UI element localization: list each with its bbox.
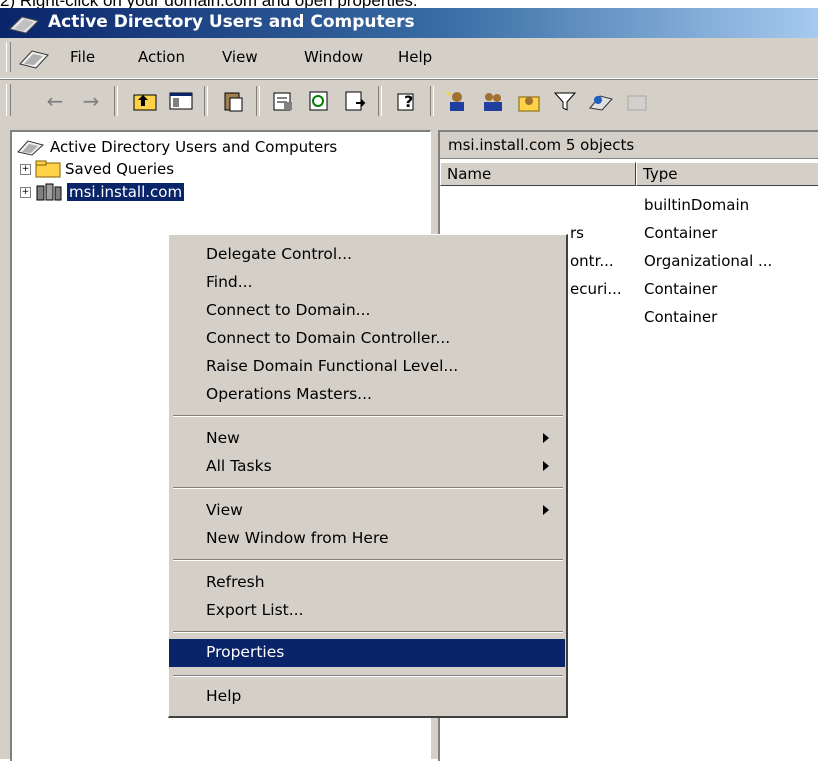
find-icon[interactable] (586, 86, 616, 116)
new-ou-icon[interactable] (514, 86, 544, 116)
row-type: Organizational ... (644, 252, 773, 270)
filter-icon[interactable] (550, 86, 580, 116)
toolbar: ← → ? (0, 79, 818, 122)
menu-delegate-control[interactable]: Delegate Control... (169, 241, 565, 269)
details-header-text: msi.install.com 5 objects (448, 136, 635, 154)
menu-item-label: View (206, 501, 243, 519)
menu-new[interactable]: New (169, 425, 565, 453)
menu-all-tasks[interactable]: All Tasks (169, 453, 565, 481)
menu-raise-level[interactable]: Raise Domain Functional Level... (169, 353, 565, 381)
context-menu: Delegate Control... Find... Connect to D… (168, 234, 568, 718)
menu-connect-domain[interactable]: Connect to Domain... (169, 297, 565, 325)
menu-item-label: Connect to Domain Controller... (206, 329, 451, 347)
paste-icon[interactable] (218, 86, 248, 116)
details-header: msi.install.com 5 objects (440, 132, 818, 159)
menu-item-label: Properties (206, 643, 285, 661)
menu-item-label: All Tasks (206, 457, 272, 475)
menu-connect-dc[interactable]: Connect to Domain Controller... (169, 325, 565, 353)
folder-icon (35, 160, 61, 178)
submenu-arrow-icon (543, 505, 549, 515)
column-header-type[interactable]: Type (636, 162, 818, 186)
menu-separator (173, 675, 563, 677)
menu-view[interactable]: View (169, 497, 565, 525)
tree-root[interactable]: Active Directory Users and Computers (16, 136, 337, 158)
menu-item-label: Refresh (206, 573, 265, 591)
domain-icon (36, 183, 62, 201)
menu-file[interactable]: File (70, 48, 95, 66)
tree-item-label: msi.install.com (67, 183, 185, 201)
tree-item-saved-queries[interactable]: + Saved Queries (20, 158, 174, 180)
back-arrow-icon[interactable]: ← (40, 86, 70, 116)
menu-separator (173, 559, 563, 561)
menu-operations-masters[interactable]: Operations Masters... (169, 381, 565, 409)
tree-root-label: Active Directory Users and Computers (50, 138, 338, 156)
window-title: Active Directory Users and Computers (48, 12, 415, 32)
menu-item-label: Delegate Control... (206, 245, 353, 263)
export-list-icon[interactable] (340, 86, 370, 116)
toolbar-separator (430, 86, 434, 116)
menu-item-label: New Window from Here (206, 529, 389, 547)
mmc-window: File Action View Window Help ← → ? Activ… (0, 38, 818, 761)
menu-item-label: Help (206, 687, 242, 705)
menu-item-label: Find... (206, 273, 253, 291)
new-group-icon[interactable] (478, 86, 508, 116)
show-tree-icon[interactable] (166, 86, 196, 116)
menu-separator (173, 631, 563, 633)
menu-help[interactable]: Help (169, 683, 565, 711)
menu-item-label: New (206, 429, 240, 447)
aduc-app-icon (9, 16, 39, 34)
tree-item-domain[interactable]: + msi.install.com (20, 181, 185, 203)
forward-arrow-icon[interactable]: → (76, 86, 106, 116)
menu-item-label: Raise Domain Functional Level... (206, 357, 459, 375)
row-type: Container (644, 224, 718, 242)
help-icon[interactable]: ? (392, 86, 422, 116)
submenu-arrow-icon (543, 461, 549, 471)
toolbar-separator (204, 86, 208, 116)
submenu-arrow-icon (543, 433, 549, 443)
expand-icon[interactable]: + (20, 186, 31, 198)
menu-item-label: Export List... (206, 601, 304, 619)
menu-find[interactable]: Find... (169, 269, 565, 297)
menu-view[interactable]: View (222, 48, 258, 66)
menu-refresh[interactable]: Refresh (169, 569, 565, 597)
menu-bar: File Action View Window Help (0, 38, 818, 79)
menu-item-label: Operations Masters... (206, 385, 372, 403)
row-name: rs (570, 224, 584, 242)
aduc-root-icon (17, 140, 45, 156)
toolbar-separator (114, 86, 118, 116)
column-header-name[interactable]: Name (440, 162, 636, 186)
tree-item-label: Saved Queries (65, 160, 175, 178)
menu-action[interactable]: Action (138, 48, 185, 66)
toolbar-separator (256, 86, 260, 116)
properties-icon[interactable] (268, 86, 298, 116)
menu-separator (173, 487, 563, 489)
menu-window[interactable]: Window (304, 48, 363, 66)
toolbar-separator (378, 86, 382, 116)
menu-help[interactable]: Help (398, 48, 432, 66)
row-name: ecuri... (570, 280, 622, 298)
menu-item-label: Connect to Domain... (206, 301, 371, 319)
row-type: Container (644, 308, 718, 326)
refresh-icon[interactable] (304, 86, 334, 116)
row-type: builtinDomain (644, 196, 750, 214)
row-type: Container (644, 280, 718, 298)
title-bar: Active Directory Users and Computers (0, 8, 818, 38)
menubar-grip (6, 42, 11, 72)
toolbar-grip (6, 84, 11, 116)
menu-properties[interactable]: Properties (169, 639, 565, 667)
menu-separator (173, 415, 563, 417)
up-folder-icon[interactable] (130, 86, 160, 116)
console-icon[interactable] (18, 46, 50, 70)
expand-icon[interactable]: + (20, 163, 31, 175)
row-name: ontr... (570, 252, 614, 270)
new-user-icon[interactable] (442, 86, 472, 116)
svg-text:?: ? (404, 92, 413, 111)
delegate-icon[interactable] (622, 86, 652, 116)
menu-export-list[interactable]: Export List... (169, 597, 565, 625)
menu-new-window[interactable]: New Window from Here (169, 525, 565, 553)
